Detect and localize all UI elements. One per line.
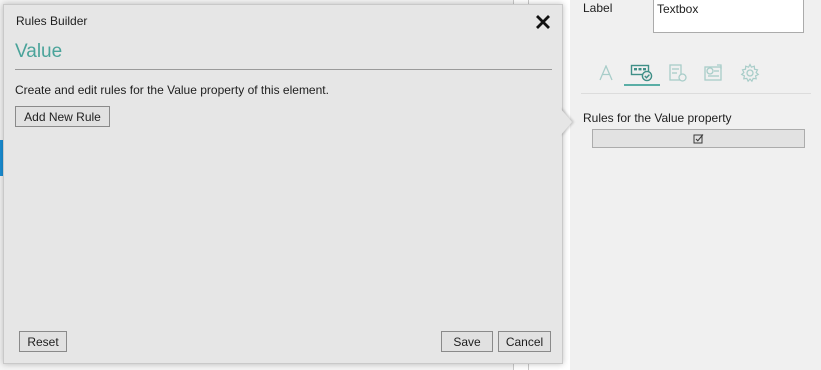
image-checklist-icon <box>704 64 722 81</box>
properties-divider <box>581 93 811 94</box>
tab-image-checklist[interactable] <box>696 60 732 86</box>
rules-caption: Rules for the Value property <box>583 111 732 125</box>
close-button[interactable] <box>533 12 553 32</box>
tab-form-settings[interactable] <box>660 60 696 86</box>
rules-builder-dialog: Rules Builder Value Create and edit rule… <box>3 4 563 364</box>
edit-rules-button[interactable] <box>592 129 805 148</box>
dialog-heading: Value <box>15 41 63 62</box>
add-new-rule-button[interactable]: Add New Rule <box>15 106 110 127</box>
heading-divider <box>15 69 552 70</box>
tab-settings[interactable] <box>732 60 768 86</box>
properties-tabs <box>588 60 768 86</box>
gear-icon <box>740 63 760 83</box>
dialog-title: Rules Builder <box>16 14 88 28</box>
cancel-button[interactable]: Cancel <box>498 331 551 352</box>
properties-panel <box>570 0 821 370</box>
reset-button[interactable]: Reset <box>19 331 67 352</box>
text-icon <box>599 65 613 81</box>
tab-value-rules[interactable] <box>624 60 660 86</box>
label-caption: Label <box>583 1 613 15</box>
dialog-pointer <box>560 108 572 136</box>
dialog-description: Create and edit rules for the Value prop… <box>15 83 329 97</box>
value-rules-icon <box>630 64 653 82</box>
save-button[interactable]: Save <box>441 331 493 352</box>
form-settings-icon <box>669 64 687 82</box>
tab-text[interactable] <box>588 60 624 86</box>
edit-checkbox-icon <box>693 134 704 144</box>
close-icon <box>536 15 550 29</box>
label-field[interactable]: Textbox <box>653 0 804 33</box>
